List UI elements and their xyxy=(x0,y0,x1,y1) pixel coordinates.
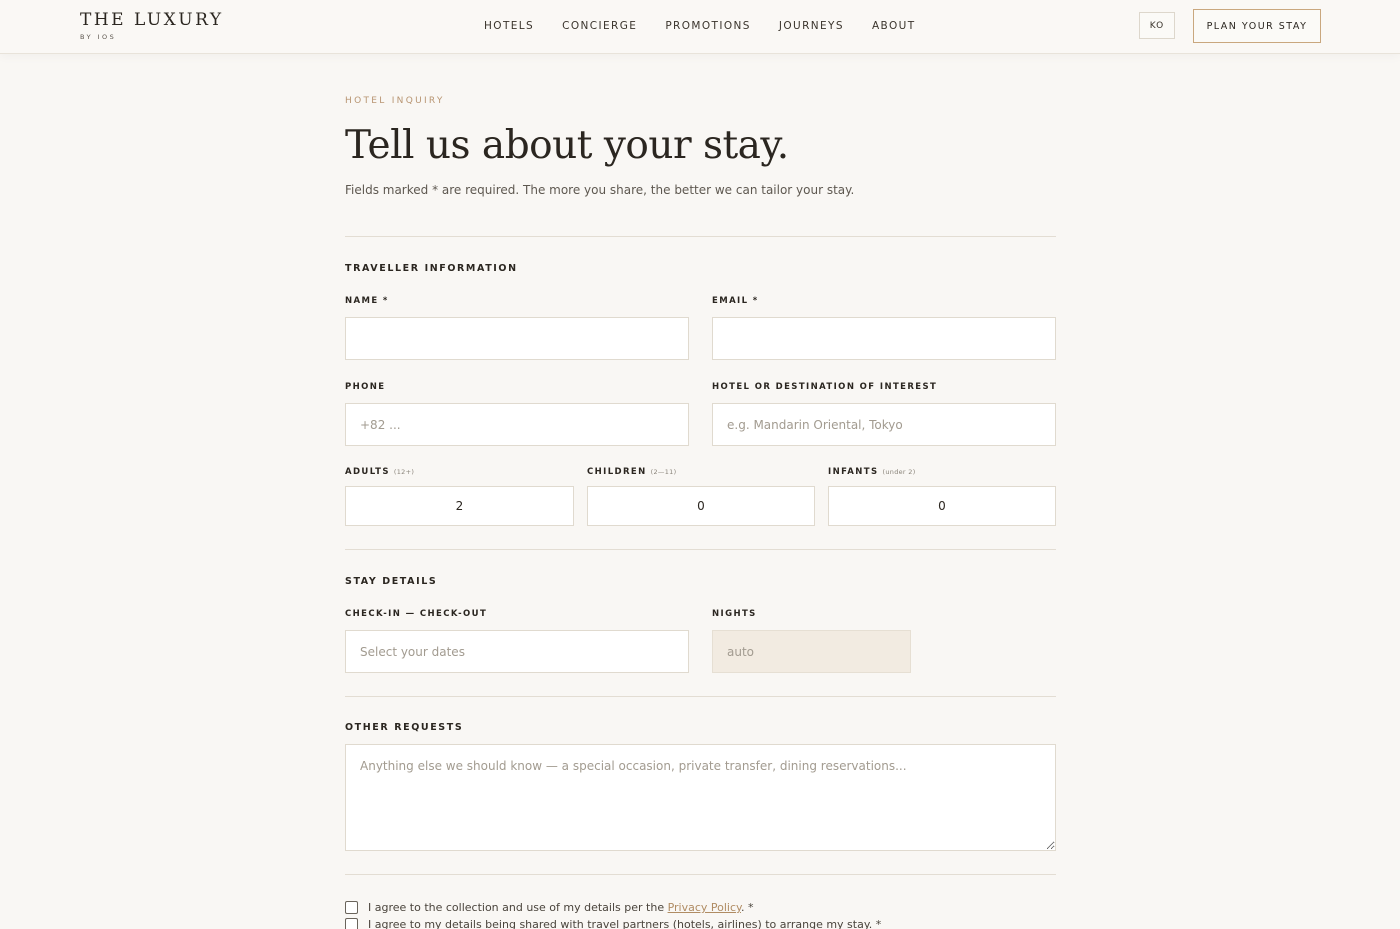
other-requests-textarea[interactable] xyxy=(345,744,1056,851)
email-input[interactable] xyxy=(712,317,1056,360)
infants-label: INFANTS (under 2) xyxy=(828,467,916,477)
section-title-stay: STAY DETAILS xyxy=(345,576,438,587)
page-eyebrow: HOTEL INQUIRY xyxy=(345,96,445,106)
privacy-consent-row: I agree to the collection and use of my … xyxy=(345,901,753,914)
infants-hint: (under 2) xyxy=(882,468,916,476)
plan-your-stay-button[interactable]: PLAN YOUR STAY xyxy=(1193,9,1321,43)
privacy-consent-checkbox[interactable] xyxy=(345,901,358,914)
date-range-input[interactable] xyxy=(345,630,689,673)
privacy-consent-prefix: I agree to the collection and use of my … xyxy=(368,901,668,914)
children-label: CHILDREN (2—11) xyxy=(587,467,676,477)
section-title-requests: OTHER REQUESTS xyxy=(345,722,464,733)
adults-label: ADULTS (12+) xyxy=(345,467,414,477)
nights-label: NIGHTS xyxy=(712,609,757,619)
privacy-consent-suffix: . * xyxy=(740,901,754,914)
section-divider xyxy=(345,874,1056,875)
main-nav: HOTELS CONCIERGE PROMOTIONS JOURNEYS ABO… xyxy=(484,19,944,33)
infants-input[interactable] xyxy=(828,486,1056,526)
sharing-consent-row: I agree to my details being shared with … xyxy=(345,918,881,929)
infants-label-text: INFANTS xyxy=(828,467,879,477)
adults-hint: (12+) xyxy=(393,468,415,476)
site-header: THE LUXURY BY IOS HOTELS CONCIERGE PROMO… xyxy=(0,0,1400,54)
hotel-destination-input[interactable] xyxy=(712,403,1056,446)
nav-item-concierge[interactable]: CONCIERGE xyxy=(562,19,637,33)
sharing-consent-text: I agree to my details being shared with … xyxy=(368,918,882,929)
nav-item-about[interactable]: ABOUT xyxy=(872,19,916,33)
sharing-consent-checkbox[interactable] xyxy=(345,918,358,929)
section-divider xyxy=(345,549,1056,550)
privacy-policy-link[interactable]: Privacy Policy xyxy=(668,901,741,914)
nav-item-promotions[interactable]: PROMOTIONS xyxy=(665,19,751,33)
adults-label-text: ADULTS xyxy=(345,467,390,477)
children-label-text: CHILDREN xyxy=(587,467,647,477)
logo-subline: BY IOS xyxy=(80,33,117,41)
email-label: EMAIL * xyxy=(712,296,759,306)
section-divider xyxy=(345,236,1056,237)
adults-input[interactable] xyxy=(345,486,574,526)
hotel-destination-label: HOTEL OR DESTINATION OF INTEREST xyxy=(712,382,938,392)
phone-label: PHONE xyxy=(345,382,386,392)
section-divider xyxy=(345,696,1056,697)
children-input[interactable] xyxy=(587,486,815,526)
dates-label: CHECK-IN — CHECK-OUT xyxy=(345,609,488,619)
phone-input[interactable] xyxy=(345,403,689,446)
site-logo[interactable]: THE LUXURY BY IOS xyxy=(80,10,224,41)
name-label: NAME * xyxy=(345,296,389,306)
name-input[interactable] xyxy=(345,317,689,360)
language-switch-button[interactable]: KO xyxy=(1139,12,1175,39)
privacy-consent-text: I agree to the collection and use of my … xyxy=(368,901,753,914)
page-subtitle: Fields marked * are required. The more y… xyxy=(345,183,855,197)
nights-field xyxy=(712,630,911,673)
logo-wordmark: THE LUXURY xyxy=(80,10,224,30)
page-title: Tell us about your stay. xyxy=(345,123,789,168)
children-hint: (2—11) xyxy=(650,468,677,476)
nav-item-journeys[interactable]: JOURNEYS xyxy=(779,19,844,33)
nav-item-hotels[interactable]: HOTELS xyxy=(484,19,534,33)
section-title-traveller: TRAVELLER INFORMATION xyxy=(345,263,518,274)
